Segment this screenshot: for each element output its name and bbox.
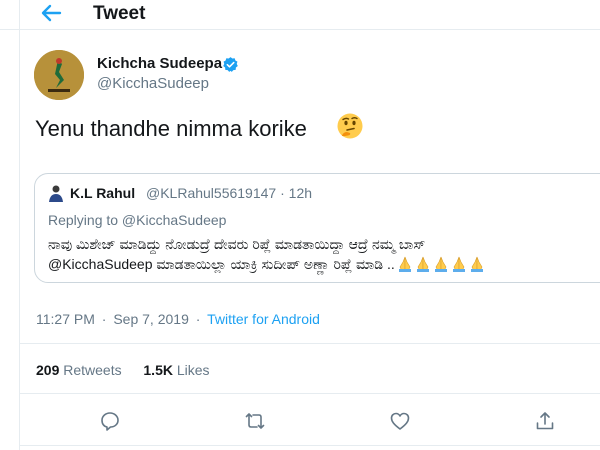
thinking-face-icon	[337, 113, 363, 139]
like-icon[interactable]	[389, 410, 411, 432]
tweet-text: Yenu thandhe nimma korike	[35, 116, 307, 141]
likes-stat[interactable]: 1.5K Likes	[143, 362, 209, 378]
dot-separator: ·	[195, 311, 201, 327]
tweet-date: Sep 7, 2019	[113, 311, 189, 327]
tweet-source-link[interactable]: Twitter for Android	[207, 311, 320, 327]
folded-hands-icon	[470, 256, 483, 272]
dot-separator: ·	[101, 311, 107, 327]
quoted-text-line-1: ನಾವು ಮಿಶೇಜ್ ಮಾಡಿದ್ದು ನೋಡುದ್ರೆ ದೇವರು ರಿಪ್…	[48, 236, 426, 252]
divider	[20, 393, 600, 394]
tweet-time: 11:27 PM	[36, 311, 95, 327]
quoted-text-line-2: @KicchaSudeep ಮಾಡತಾಯಿಲ್ಲಾ ಯಾಕ್ರಿ ಸುದೀಪ್ …	[48, 256, 485, 273]
retweets-count: 209	[36, 362, 60, 378]
author-handle[interactable]: @KicchaSudeep	[97, 75, 209, 92]
tweet-meta: 11:27 PM · Sep 7, 2019 · Twitter for And…	[36, 311, 320, 327]
quoted-avatar	[49, 185, 63, 202]
column-divider	[19, 0, 20, 450]
folded-hands-row	[395, 256, 485, 272]
reply-icon[interactable]	[99, 410, 121, 432]
quoted-author-handle: @KLRahul55619147	[146, 185, 277, 201]
quoted-author-meta: @KLRahul55619147 · 12h	[146, 185, 312, 201]
divider	[20, 343, 600, 344]
avatar-logo-icon	[34, 50, 84, 100]
quoted-author-name: K.L Rahul	[70, 185, 136, 201]
author-name[interactable]: Kichcha Sudeepa	[97, 55, 222, 72]
folded-hands-icon	[398, 256, 411, 272]
tweet-stats: 209 Retweets 1.5K Likes	[36, 362, 210, 378]
quoted-age: 12h	[288, 185, 313, 201]
share-icon[interactable]	[534, 410, 556, 432]
folded-hands-icon	[416, 256, 429, 272]
likes-label: Likes	[176, 362, 210, 378]
verified-badge-icon	[223, 57, 238, 72]
dot-separator: ·	[280, 185, 289, 201]
retweets-label: Retweets	[63, 362, 122, 378]
quoted-text-line-2-text: @KicchaSudeep ಮಾಡತಾಯಿಲ್ಲಾ ಯಾಕ್ರಿ ಸುದೀಪ್ …	[48, 256, 395, 272]
replying-to: Replying to @KicchaSudeep	[48, 212, 227, 228]
retweet-icon[interactable]	[244, 410, 266, 432]
likes-count: 1.5K	[143, 362, 173, 378]
folded-hands-icon	[452, 256, 465, 272]
arrow-left-icon[interactable]	[38, 0, 66, 26]
top-bar: Tweet	[0, 0, 600, 30]
divider	[20, 445, 600, 446]
page-title: Tweet	[93, 3, 146, 24]
folded-hands-icon	[434, 256, 447, 272]
avatar[interactable]	[34, 50, 84, 100]
retweets-stat[interactable]: 209 Retweets	[36, 362, 122, 378]
